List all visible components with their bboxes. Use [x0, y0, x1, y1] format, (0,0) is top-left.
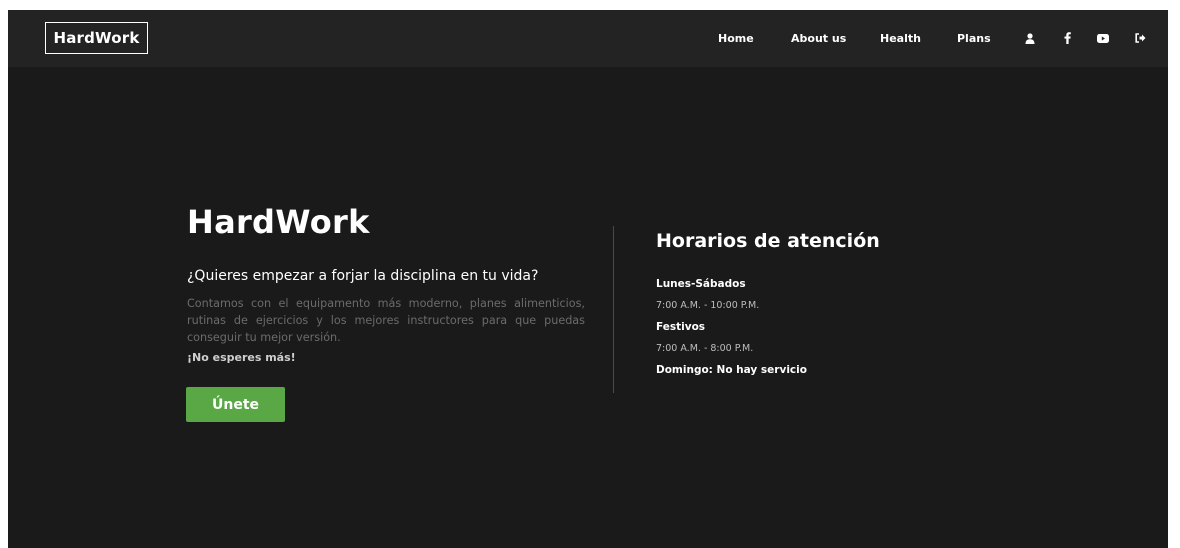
- nav-link-plans[interactable]: Plans: [957, 32, 991, 45]
- nav-link-home[interactable]: Home: [718, 32, 754, 45]
- join-button[interactable]: Únete: [186, 387, 285, 422]
- schedule-holidays-label: Festivos: [656, 321, 706, 333]
- schedule-sunday: Domingo: No hay servicio: [656, 364, 807, 376]
- youtube-icon[interactable]: [1096, 30, 1110, 46]
- facebook-icon[interactable]: [1060, 30, 1074, 46]
- nav-link-about-us[interactable]: About us: [791, 32, 846, 45]
- hero-description: Contamos con el equipamento más moderno,…: [187, 297, 585, 344]
- page-frame: HardWork Home About us Health Plans Hard…: [8, 10, 1168, 548]
- nav-link-health[interactable]: Health: [880, 32, 921, 45]
- logout-icon[interactable]: [1133, 30, 1147, 46]
- schedule-weekdays-hours: 7:00 A.M. - 10:00 P.M.: [656, 300, 760, 311]
- vertical-divider: [613, 226, 614, 393]
- user-icon[interactable]: [1023, 30, 1037, 46]
- hero-title: HardWork: [187, 203, 370, 241]
- brand-logo[interactable]: HardWork: [45, 22, 148, 54]
- navbar: HardWork Home About us Health Plans: [8, 10, 1168, 67]
- schedule-holidays-hours: 7:00 A.M. - 8:00 P.M.: [656, 343, 754, 354]
- hero-question: ¿Quieres empezar a forjar la disciplina …: [187, 268, 539, 284]
- hero-cta-text: ¡No esperes más!: [187, 351, 296, 364]
- schedule-weekdays-label: Lunes-Sábados: [656, 278, 746, 290]
- schedule-title: Horarios de atención: [656, 230, 880, 252]
